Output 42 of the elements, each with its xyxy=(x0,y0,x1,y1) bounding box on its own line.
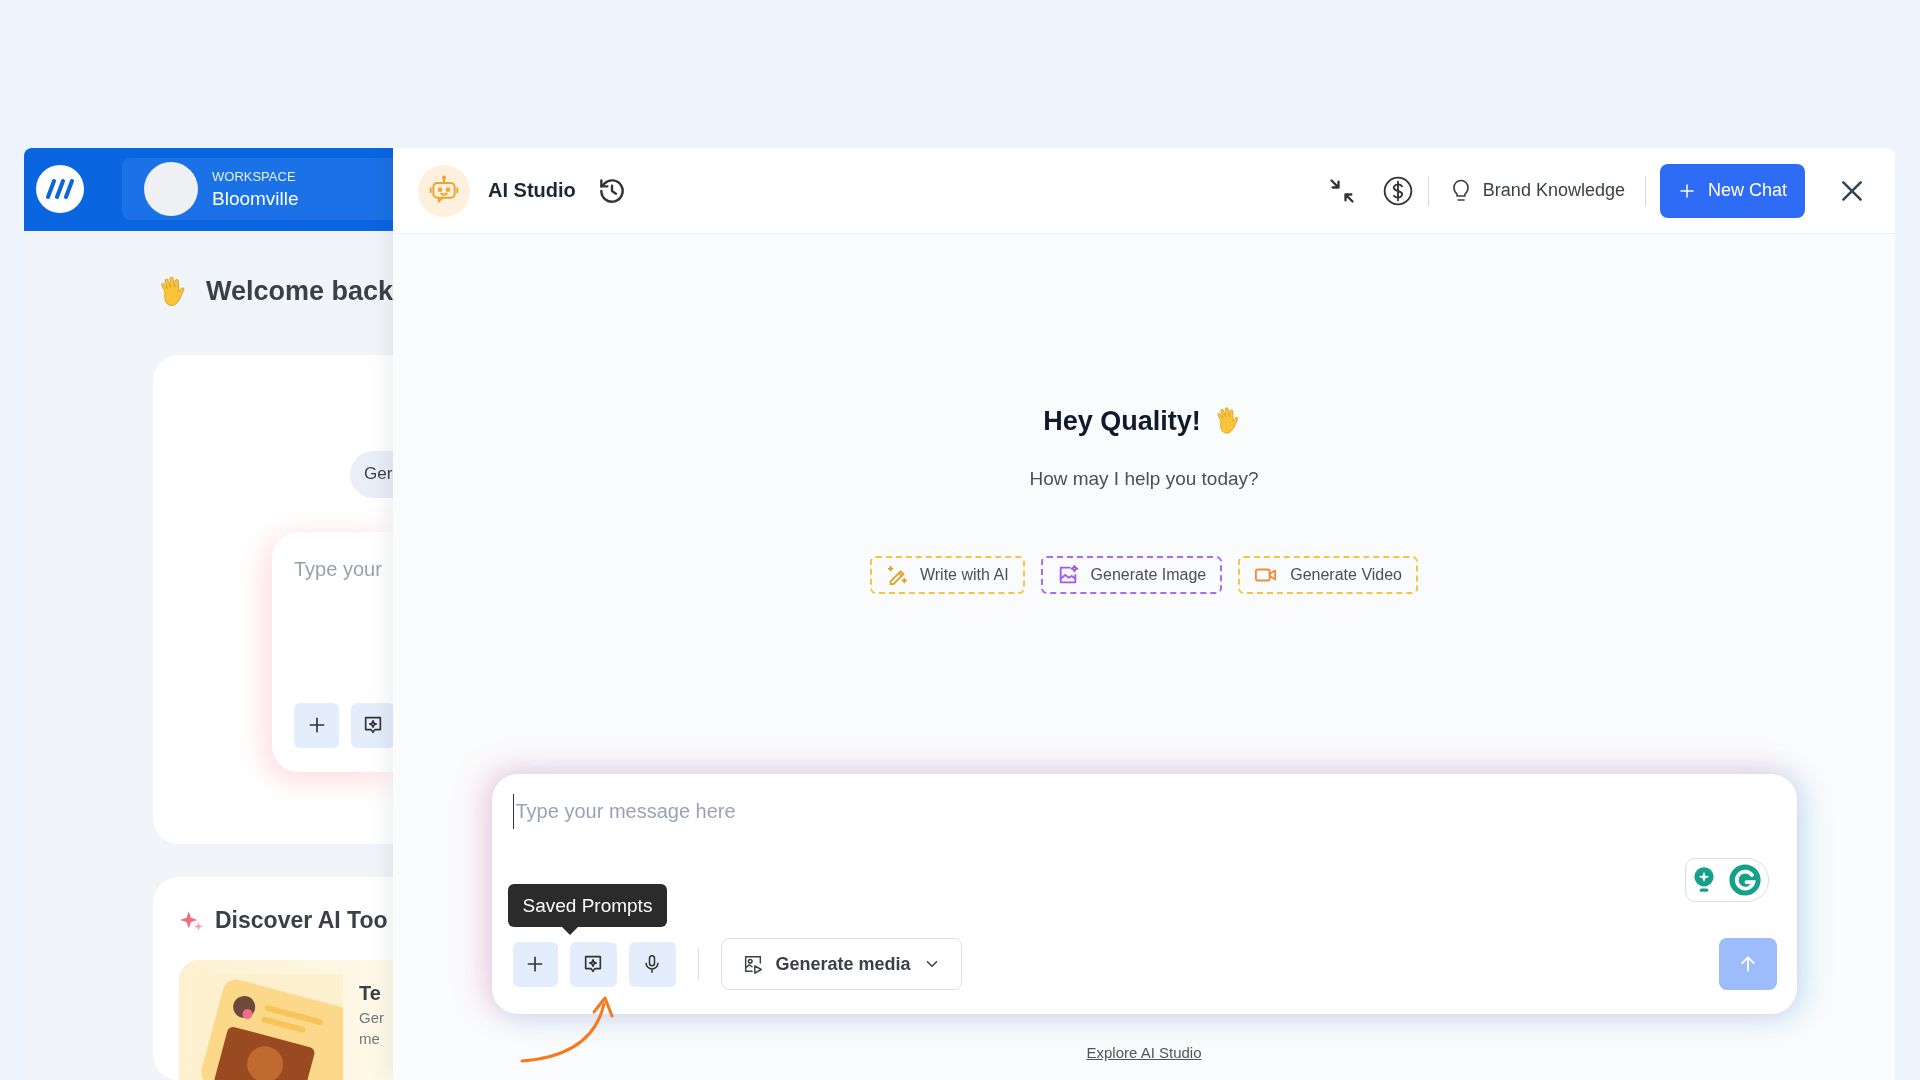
plus-icon xyxy=(1677,181,1696,200)
tool-title: Te xyxy=(359,982,382,1005)
app-logo[interactable] xyxy=(36,165,84,214)
workspace-label: WORKSPACE xyxy=(212,168,297,184)
grammarly-widget[interactable] xyxy=(1684,858,1769,902)
credits-icon[interactable] xyxy=(1381,174,1414,207)
quick-action-button[interactable]: Generate Image xyxy=(1040,556,1223,594)
tool-description: me xyxy=(359,1030,381,1047)
add-button[interactable] xyxy=(294,702,339,748)
explore-link[interactable]: Explore AI Studio xyxy=(1086,1044,1202,1061)
tooltip: Saved Prompts xyxy=(507,884,668,927)
saved-prompts-button[interactable] xyxy=(569,941,617,987)
robot-icon xyxy=(418,164,470,217)
message-input[interactable]: Type your xyxy=(294,557,393,581)
new-chat-button[interactable]: New Chat xyxy=(1659,163,1805,218)
message-input[interactable]: Type your message here xyxy=(512,794,1777,829)
tool-card[interactable]: Te Ger me xyxy=(179,960,393,1080)
workspace-name: Bloomville xyxy=(212,187,299,210)
panel-title: AI Studio xyxy=(488,179,576,202)
tool-description: Ger xyxy=(359,1009,384,1026)
saved-prompts-button[interactable] xyxy=(351,702,393,748)
grammar-logo-icon[interactable] xyxy=(1728,863,1762,897)
quick-action-button[interactable]: Write with AI xyxy=(869,556,1025,594)
suggestion-chip[interactable]: Ger xyxy=(350,450,393,498)
greeting-heading: Hey Quality! xyxy=(1043,405,1201,437)
brand-knowledge-button[interactable]: Brand Knowledge xyxy=(1442,176,1631,205)
workspace-avatar xyxy=(144,162,198,217)
saved-prompts-icon xyxy=(582,953,604,975)
plus-icon xyxy=(525,954,545,974)
workspace-switcher[interactable]: WORKSPACE Bloomville xyxy=(122,158,393,221)
quick-action-button[interactable]: Generate Video xyxy=(1238,556,1418,594)
magic-pencil-icon xyxy=(885,564,908,586)
microphone-button[interactable] xyxy=(628,941,676,987)
tooltip-pointer xyxy=(561,927,578,935)
microphone-icon xyxy=(642,953,662,975)
add-button[interactable] xyxy=(512,941,558,987)
generate-media-dropdown[interactable]: Generate media xyxy=(720,938,962,990)
welcome-heading: Welcome back xyxy=(205,276,393,308)
greeting-subtitle: How may I help you today? xyxy=(1029,468,1259,490)
lightbulb-sparkle-icon[interactable] xyxy=(1691,865,1717,895)
collapse-icon[interactable] xyxy=(1327,176,1356,205)
discover-heading: Discover AI Too xyxy=(215,907,388,934)
